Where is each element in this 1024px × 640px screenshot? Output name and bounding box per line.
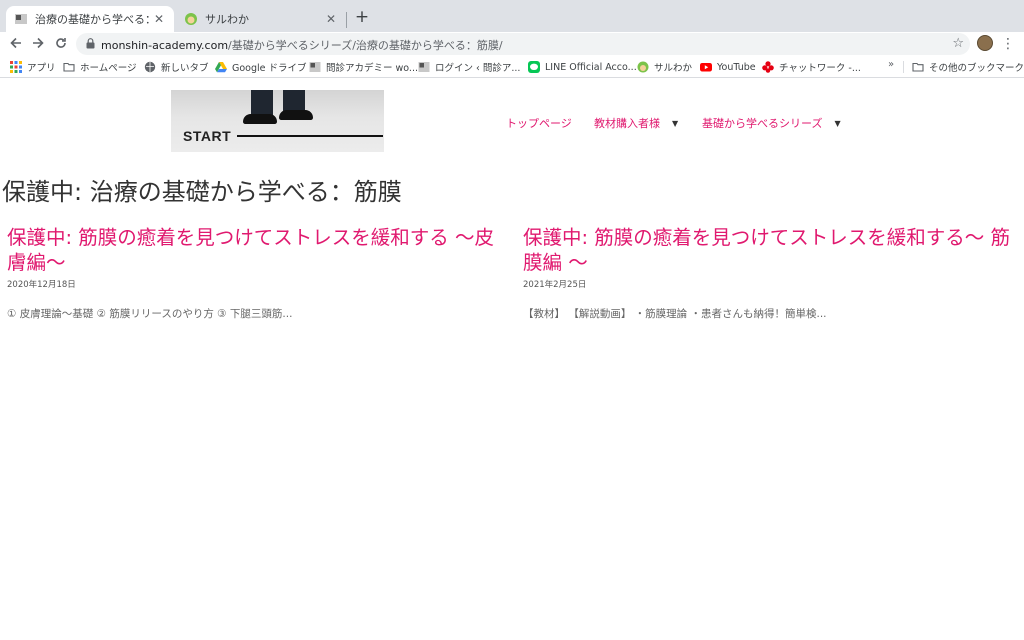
bookmark-line-official[interactable]: LINE Official Acco... — [528, 59, 637, 75]
back-arrow-icon[interactable] — [6, 34, 26, 54]
bookmark-saruwaka[interactable]: サルわか — [637, 59, 692, 75]
nav-label: 教材購入者様 — [594, 117, 660, 130]
dropdown-caret-icon: ▼ — [672, 118, 679, 128]
line-icon — [528, 61, 540, 73]
close-tab-icon[interactable]: ✕ — [324, 12, 338, 26]
nav-item-basics-series[interactable]: 基礎から学べるシリーズ ▼ — [702, 115, 841, 131]
post-title-link[interactable]: 保護中: 筋膜の癒着を見つけてストレスを緩和する 〜皮膚編〜 — [7, 225, 502, 275]
bookmark-label: その他のブックマーク — [929, 63, 1024, 74]
bookmark-google-drive[interactable]: Google ドライブ — [215, 59, 307, 75]
bookmark-label: 問診アカデミー wo... — [326, 63, 418, 74]
address-bar[interactable]: monshin-academy.com/基礎から学べるシリーズ/治療の基礎から学… — [76, 33, 970, 55]
page-title: 保護中: 治療の基礎から学べる：筋膜 — [2, 178, 402, 206]
bookmark-new-tab[interactable]: 新しいタブ — [144, 59, 209, 75]
bookmark-login[interactable]: ログイン ‹ 問診ア... — [418, 59, 520, 75]
bookmarks-bar: アプリ ホームページ 新しいタブ Google ドライブ 問診アカデミー wo.… — [0, 56, 1024, 78]
forward-arrow-icon[interactable] — [28, 34, 48, 54]
bookmark-monshin-academy[interactable]: 問診アカデミー wo... — [309, 59, 418, 75]
globe-icon — [144, 61, 156, 73]
post-excerpt: 【教材】 【解説動画】 ・筋膜理論 ・患者さんも納得！簡単検... — [523, 308, 827, 320]
site-favicon — [418, 62, 430, 72]
bookmarks-divider — [903, 61, 904, 73]
page-content: START トップページ 教材購入者様 ▼ 基礎から学べるシリーズ ▼ 保護中:… — [0, 79, 1024, 640]
post-card: 保護中: 筋膜の癒着を見つけてストレスを緩和する 〜皮膚編〜 2020年12月1… — [7, 225, 502, 321]
bookmark-apps[interactable]: アプリ — [10, 59, 56, 75]
bookmark-label: サルわか — [654, 63, 693, 74]
close-tab-icon[interactable]: ✕ — [152, 12, 166, 26]
folder-icon — [912, 62, 924, 72]
reload-icon[interactable] — [51, 34, 71, 54]
hero-start-line — [237, 135, 383, 137]
browser-toolbar: monshin-academy.com/基礎から学べるシリーズ/治療の基礎から学… — [0, 32, 1024, 56]
browser-menu-icon[interactable]: ⋮ — [1001, 34, 1015, 54]
bookmark-star-icon[interactable]: ☆ — [952, 36, 964, 51]
folder-icon — [63, 62, 75, 72]
bookmark-label: LINE Official Acco... — [545, 61, 637, 73]
chatwork-icon — [762, 61, 774, 73]
other-bookmarks-folder[interactable]: その他のブックマーク — [912, 59, 1024, 75]
nav-item-top-page[interactable]: トップページ — [506, 115, 572, 131]
bookmark-label: ログイン ‹ 問診ア... — [435, 63, 521, 74]
nav-label: 基礎から学べるシリーズ — [702, 117, 823, 130]
google-drive-icon — [215, 62, 227, 73]
apps-grid-icon — [10, 61, 22, 73]
tab-title: 治療の基礎から学べる：筋膜 – 問 — [35, 13, 152, 26]
bookmark-label: ホームページ — [80, 63, 137, 74]
bookmark-homepage[interactable]: ホームページ — [63, 59, 137, 75]
monkey-icon — [637, 61, 649, 73]
tab-active[interactable]: 治療の基礎から学べる：筋膜 – 問 ✕ — [6, 6, 174, 32]
site-favicon — [309, 62, 321, 72]
bookmark-label: YouTube — [717, 61, 756, 73]
bookmark-label: Google ドライブ — [232, 63, 307, 74]
tab-inactive[interactable]: サルわか ✕ — [176, 6, 346, 32]
bookmarks-overflow-chevron-icon[interactable]: » — [888, 59, 894, 70]
bookmark-label: アプリ — [27, 63, 56, 74]
post-card: 保護中: 筋膜の癒着を見つけてストレスを緩和する〜 筋膜編 〜 2021年2月2… — [523, 225, 1018, 321]
nav-item-purchasers[interactable]: 教材購入者様 ▼ — [594, 115, 678, 131]
post-excerpt: ① 皮膚理論〜基礎 ② 筋膜リリースのやり方 ③ 下腿三頭筋... — [7, 308, 293, 320]
profile-avatar[interactable] — [977, 35, 993, 51]
tab-title: サルわか — [205, 13, 249, 26]
site-favicon — [15, 14, 27, 24]
bookmark-youtube[interactable]: YouTube — [700, 59, 756, 75]
bookmark-chatwork[interactable]: チャットワーク -... — [762, 59, 861, 75]
bookmark-label: チャットワーク -... — [779, 63, 861, 74]
nav-label: トップページ — [506, 117, 572, 130]
hero-shoe-left — [243, 114, 277, 124]
url-text: monshin-academy.com/基礎から学べるシリーズ/治療の基礎から学… — [101, 37, 503, 53]
tab-strip: 治療の基礎から学べる：筋膜 – 問 ✕ サルわか ✕ + — [0, 0, 1024, 32]
dropdown-caret-icon: ▼ — [834, 118, 841, 128]
bookmark-label: 新しいタブ — [161, 63, 209, 74]
lock-icon — [86, 38, 95, 49]
post-date: 2020年12月18日 — [7, 280, 76, 290]
header-image[interactable]: START — [171, 90, 384, 152]
youtube-icon — [700, 63, 712, 72]
url-path: /基礎から学べるシリーズ/治療の基礎から学べる：筋膜/ — [228, 39, 503, 52]
post-date: 2021年2月25日 — [523, 280, 587, 290]
tab-divider — [346, 12, 347, 28]
new-tab-button[interactable]: + — [352, 7, 372, 27]
url-domain: monshin-academy.com — [101, 39, 229, 52]
post-title-link[interactable]: 保護中: 筋膜の癒着を見つけてストレスを緩和する〜 筋膜編 〜 — [523, 225, 1018, 275]
monkey-icon — [185, 13, 197, 25]
hero-shoe-right — [279, 110, 313, 120]
hero-start-text: START — [183, 128, 232, 144]
